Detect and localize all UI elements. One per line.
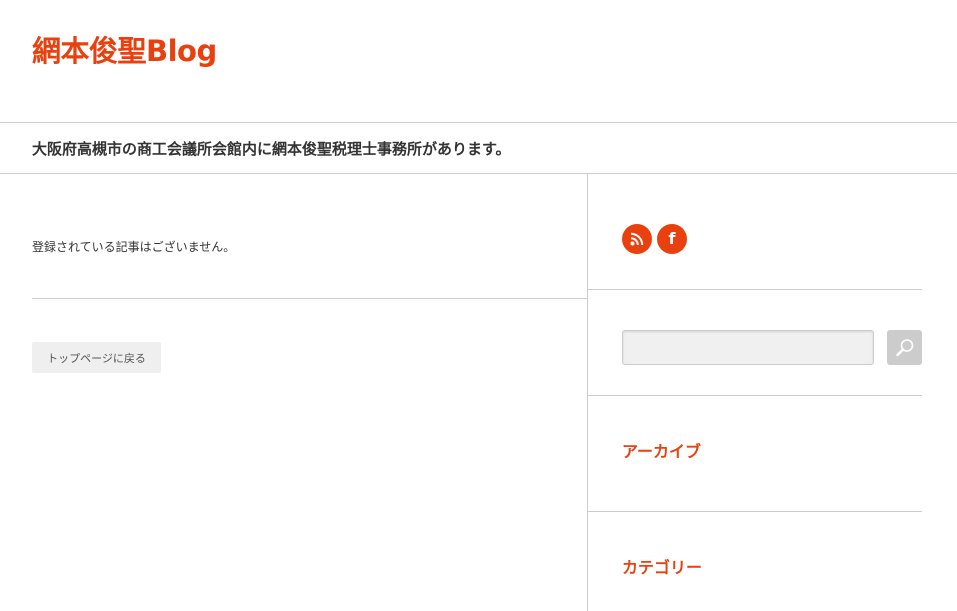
sidebar-divider-1 <box>588 289 922 290</box>
sidebar-divider-2 <box>588 395 922 396</box>
site-title[interactable]: 網本俊聖Blog <box>32 28 217 70</box>
header-divider-top <box>0 122 957 123</box>
facebook-button[interactable]: f <box>657 224 687 254</box>
rss-icon <box>630 232 644 246</box>
sidebar-divider-3 <box>588 511 922 512</box>
site-tagline: 大阪府高槻市の商工会議所会館内に網本俊聖税理士事務所があります。 <box>32 140 511 158</box>
header-divider-bottom <box>0 173 957 174</box>
sidebar-divider <box>587 174 588 611</box>
back-to-top-button[interactable]: トップページに戻る <box>32 342 161 373</box>
search-button[interactable] <box>887 330 922 365</box>
rss-button[interactable] <box>622 224 652 254</box>
category-widget-title: カテゴリー <box>622 558 703 577</box>
no-posts-message: 登録されている記事はございません。 <box>32 240 236 254</box>
archive-widget-title: アーカイブ <box>622 442 702 461</box>
facebook-icon: f <box>668 229 676 248</box>
search-input[interactable] <box>622 330 874 365</box>
main-divider <box>32 298 587 299</box>
page: 網本俊聖Blog 大阪府高槻市の商工会議所会館内に網本俊聖税理士事務所があります… <box>0 0 957 611</box>
search-icon <box>895 338 913 356</box>
